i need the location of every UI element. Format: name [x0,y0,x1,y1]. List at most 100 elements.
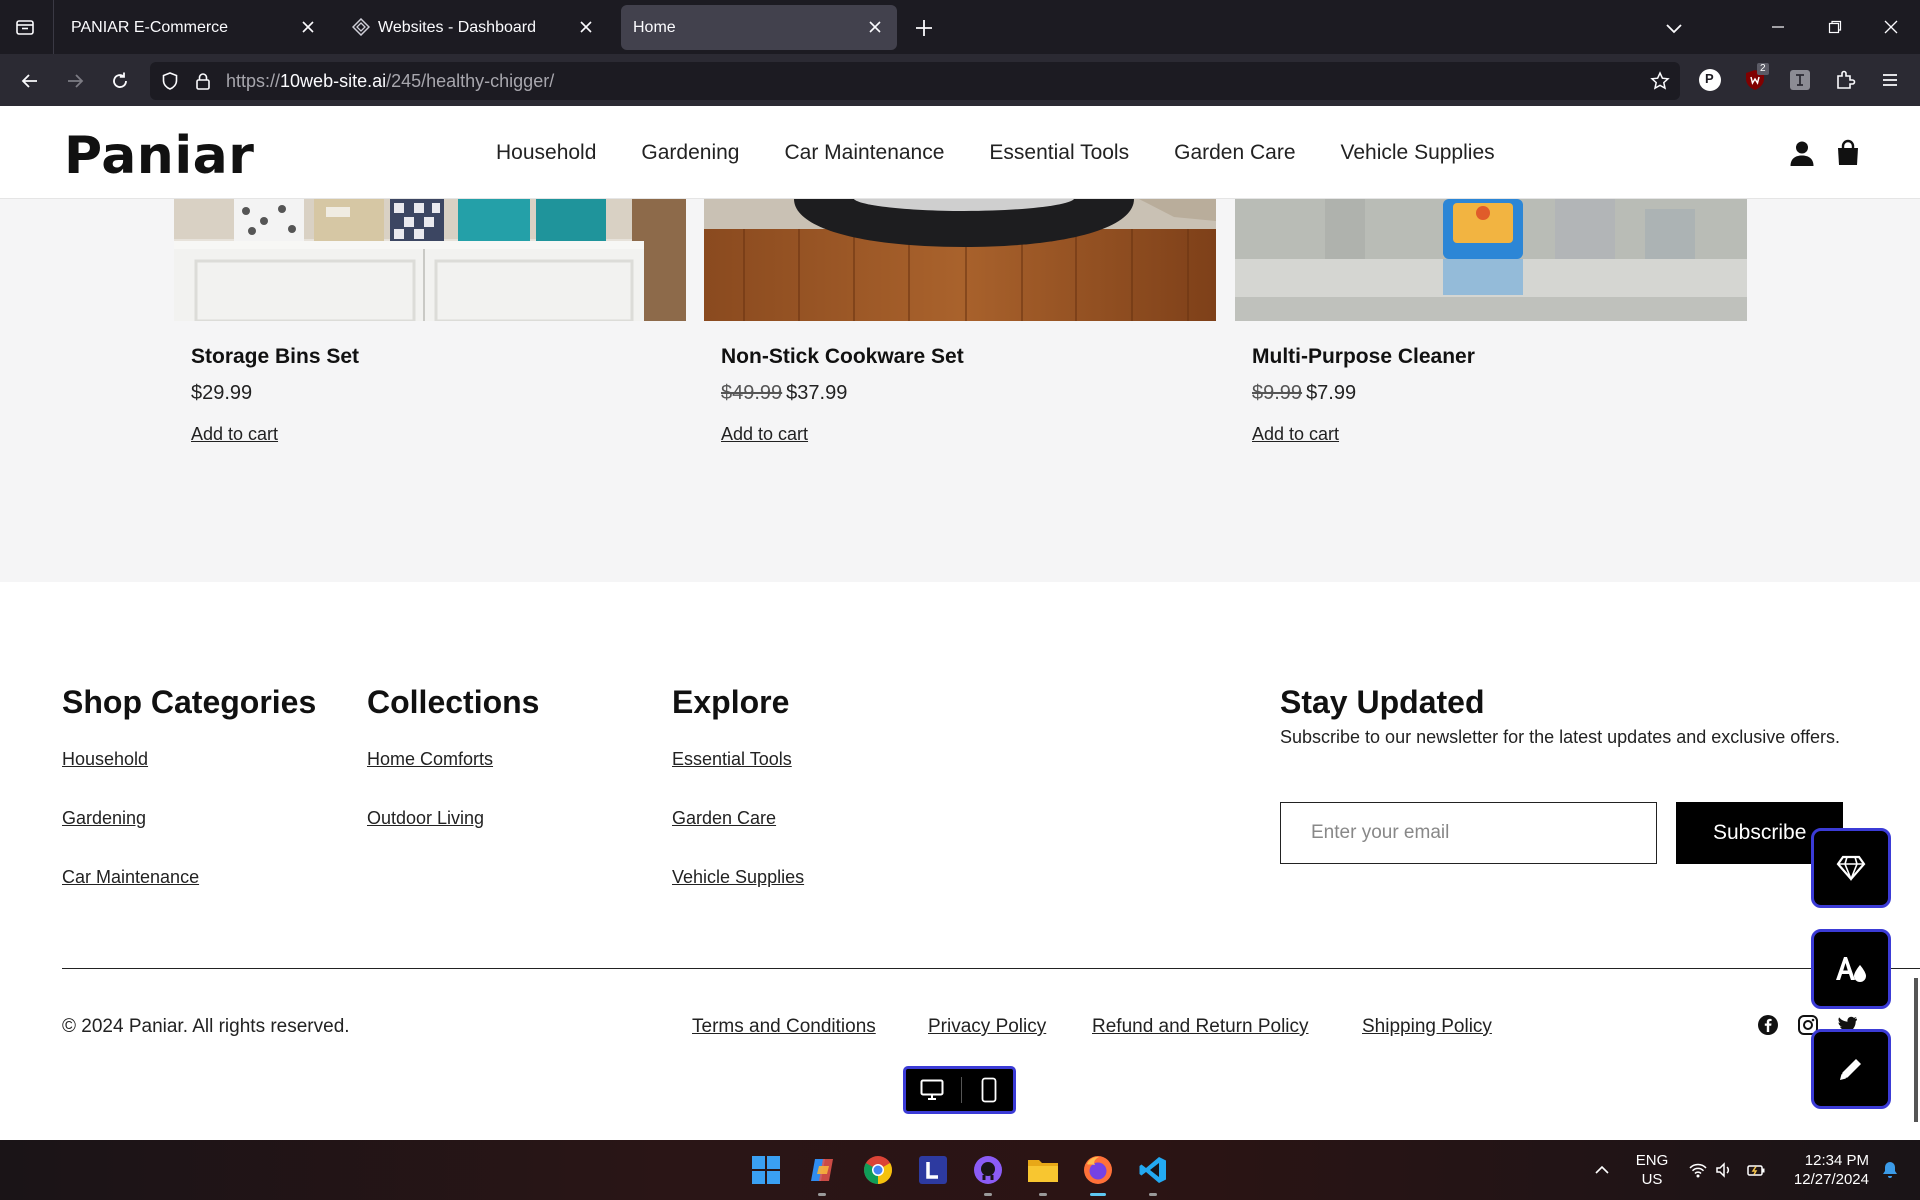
footer-link-essential-tools[interactable]: Essential Tools [672,749,792,770]
main-navigation: Household Gardening Car Maintenance Esse… [496,106,1495,199]
tab-home[interactable]: Home [621,5,897,50]
footer-link-gardening[interactable]: Gardening [62,808,146,829]
desktop-view-button[interactable] [906,1069,958,1111]
taskbar-chrome[interactable] [858,1150,898,1190]
taskbar-github[interactable] [968,1150,1008,1196]
nav-essential-tools[interactable]: Essential Tools [989,141,1129,165]
product-price: $9.99 $7.99 [1252,382,1356,405]
close-icon[interactable] [578,19,594,35]
running-indicator [818,1193,826,1196]
tab-title: Websites - Dashboard [378,19,536,36]
footer-link-household[interactable]: Household [62,749,148,770]
extensions-button[interactable] [1830,65,1860,95]
premium-fab-button[interactable] [1811,828,1891,908]
taskbar-firefox[interactable] [1078,1150,1118,1196]
battery-icon[interactable] [1746,1160,1766,1180]
volume-icon[interactable] [1714,1160,1734,1180]
taskbar-copilot[interactable] [802,1150,842,1196]
forward-button[interactable] [60,66,90,96]
refund-policy-link[interactable]: Refund and Return Policy [1092,1016,1309,1038]
typography-color-icon [1836,957,1866,982]
footer-heading: Shop Categories [62,684,317,720]
notification-bell-icon[interactable] [1880,1160,1900,1180]
nav-car-maintenance[interactable]: Car Maintenance [784,141,944,165]
menu-button[interactable] [1875,65,1905,95]
tab-title: Home [633,19,676,36]
reload-button[interactable] [105,66,135,96]
site-logo[interactable]: Paniar [64,126,254,186]
styles-fab-button[interactable] [1811,929,1891,1009]
footer-shop-categories: Shop Categories Household Gardening Car … [62,682,317,887]
clock[interactable]: 12:34 PM 12/27/2024 [1785,1151,1869,1189]
close-window-button[interactable] [1871,10,1911,44]
minimize-button[interactable] [1758,10,1798,44]
diamond-icon [1836,855,1866,881]
product-name[interactable]: Non-Stick Cookware Set [721,345,964,369]
nav-vehicle-supplies[interactable]: Vehicle Supplies [1341,141,1495,165]
add-to-cart-button[interactable]: Add to cart [721,424,808,445]
chevron-down-icon[interactable] [1662,16,1686,40]
wifi-icon[interactable] [1688,1160,1708,1180]
ublock-extension-icon[interactable]: 2 [1740,63,1770,95]
taskbar-l-app[interactable] [913,1150,953,1190]
taskbar-vscode[interactable] [1133,1150,1173,1196]
close-icon[interactable] [300,19,316,35]
tab-paniar-ecommerce[interactable]: PANIAR E-Commerce [54,5,330,50]
translate-icon [1790,70,1810,90]
add-to-cart-button[interactable]: Add to cart [191,424,278,445]
footer-link-home-comforts[interactable]: Home Comforts [367,749,493,770]
shipping-policy-link[interactable]: Shipping Policy [1362,1016,1492,1038]
privacy-link[interactable]: Privacy Policy [928,1016,1046,1038]
product-name[interactable]: Multi-Purpose Cleaner [1252,345,1475,369]
footer-link-outdoor-living[interactable]: Outdoor Living [367,808,484,829]
mobile-view-button[interactable] [963,1069,1015,1111]
edit-fab-button[interactable] [1811,1029,1891,1109]
close-icon[interactable] [867,19,883,35]
shopping-bag-icon[interactable] [1834,139,1862,167]
product-image-cookware[interactable] [704,199,1216,321]
running-indicator [1149,1193,1157,1196]
facebook-icon[interactable] [1757,1014,1779,1036]
star-icon[interactable] [1650,71,1670,91]
url-text[interactable]: https://10web-site.ai/245/healthy-chigge… [226,62,554,100]
start-button[interactable] [746,1150,786,1190]
footer-link-car-maintenance[interactable]: Car Maintenance [62,867,199,888]
translate-extension-icon[interactable] [1785,65,1815,95]
running-indicator [1039,1193,1047,1196]
url-scheme: https:// [226,71,281,91]
add-to-cart-button[interactable]: Add to cart [1252,424,1339,445]
close-icon [1884,20,1898,34]
email-input[interactable] [1280,802,1657,864]
product-image-storage-bins[interactable] [174,199,686,321]
user-icon[interactable] [1788,139,1816,167]
vscode-icon [1139,1157,1166,1183]
new-tab-icon[interactable] [910,14,938,42]
product-name[interactable]: Storage Bins Set [191,345,359,369]
nav-garden-care[interactable]: Garden Care [1174,141,1295,165]
lock-icon[interactable] [193,71,213,91]
nav-gardening[interactable]: Gardening [641,141,739,165]
url-path: /245/healthy-chigger/ [386,71,555,91]
product-image-cleaner[interactable] [1235,199,1747,321]
footer-link-garden-care[interactable]: Garden Care [672,808,776,829]
back-button[interactable] [15,66,45,96]
footer-link-vehicle-supplies[interactable]: Vehicle Supplies [672,867,804,888]
chevron-up-icon[interactable] [1592,1160,1612,1180]
pencil-icon [1840,1059,1861,1080]
language-indicator[interactable]: ENG US [1634,1151,1670,1189]
url-host: 10web-site.ai [280,71,387,91]
nav-household[interactable]: Household [496,141,596,165]
profile-extension-icon[interactable]: P [1695,65,1725,95]
site-header: Paniar Household Gardening Car Maintenan… [0,106,1920,199]
tab-list-icon[interactable] [8,12,42,42]
terms-link[interactable]: Terms and Conditions [692,1016,876,1038]
scrollbar-thumb[interactable] [1914,978,1918,1122]
address-bar[interactable]: https://10web-site.ai/245/healthy-chigge… [150,62,1680,100]
browser-navigation-bar: https://10web-site.ai/245/healthy-chigge… [0,54,1920,106]
tab-websites-dashboard[interactable]: Websites - Dashboard [338,5,608,50]
hamburger-icon [1883,74,1897,86]
restore-button[interactable] [1815,10,1855,44]
taskbar-file-explorer[interactable] [1023,1150,1063,1196]
running-indicator [984,1193,992,1196]
shield-icon[interactable] [160,71,180,91]
